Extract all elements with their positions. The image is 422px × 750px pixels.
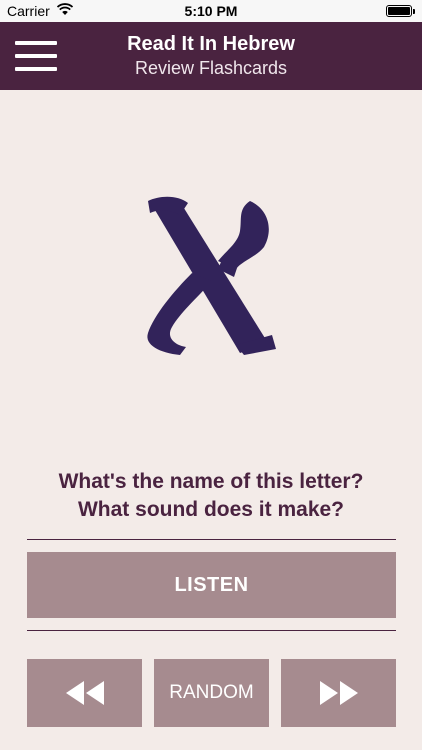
next-card-button[interactable] xyxy=(281,659,396,727)
flashcard-question: What's the name of this letter? What sou… xyxy=(0,468,422,524)
status-time: 5:10 PM xyxy=(184,3,238,19)
navigation-bar: Read It In Hebrew Review Flashcards xyxy=(0,22,422,90)
page-subtitle: Review Flashcards xyxy=(134,58,288,78)
random-card-button[interactable]: RANDOM xyxy=(154,659,269,727)
divider-bottom xyxy=(27,630,396,631)
hebrew-letter-aleph xyxy=(147,196,276,355)
app-title: Read It In Hebrew xyxy=(127,33,295,55)
divider-top xyxy=(27,539,396,540)
battery-icon xyxy=(386,5,415,17)
question-line-sound: What sound does it make? xyxy=(77,498,345,521)
previous-card-button[interactable] xyxy=(27,659,142,727)
header-titles: Read It In Hebrew Review Flashcards xyxy=(0,32,422,80)
status-bar: Carrier 5:10 PM xyxy=(0,0,422,22)
question-line-name: What's the name of this letter? xyxy=(58,470,364,493)
listen-button[interactable]: LISTEN xyxy=(27,552,396,618)
fast-forward-icon xyxy=(319,681,358,705)
rewind-icon xyxy=(65,681,104,705)
